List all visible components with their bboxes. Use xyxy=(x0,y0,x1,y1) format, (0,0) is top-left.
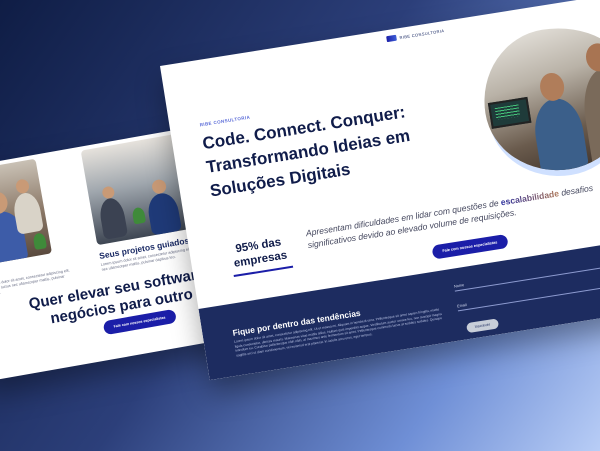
logo-text: RIBE CONSULTORIA xyxy=(399,27,445,40)
hero-image xyxy=(473,17,600,181)
desc-highlight: escalabilidade xyxy=(500,188,560,208)
stat-figure: 95% das empresas xyxy=(233,236,288,270)
hero-headline: Code. Connect. Conquer: Transformando Id… xyxy=(201,102,412,201)
code-monitor-icon xyxy=(487,96,532,129)
brand-logo[interactable]: RIBE CONSULTORIA xyxy=(386,27,445,43)
contact-experts-button[interactable]: Fale com nossos especialistas xyxy=(431,233,509,260)
stat-description: Apresentam dificuldades em lidar com que… xyxy=(305,180,600,251)
logo-mark-icon xyxy=(386,34,397,43)
front-page-mockup: RIBE CONSULTORIA RIBE CONSULTORIA Code. … xyxy=(160,0,600,381)
team-photo-left xyxy=(0,158,53,269)
